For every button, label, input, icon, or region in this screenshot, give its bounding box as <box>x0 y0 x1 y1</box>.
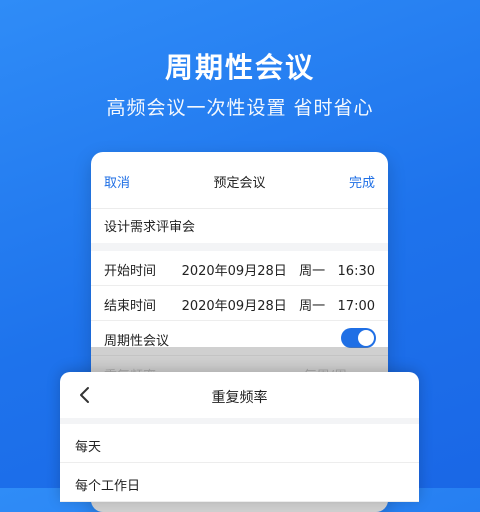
end-time-label: 结束时间 <box>104 299 157 314</box>
meeting-subject-text: 设计需求评审会 <box>104 220 196 235</box>
option-label: 每个工作日 <box>75 479 141 494</box>
end-time-value: 2020年09月28日 周一 17:00 <box>181 299 375 314</box>
sheet-title: 重复频率 <box>211 390 268 406</box>
recurring-toggle[interactable] <box>341 328 376 348</box>
repeat-frequency-sheet: 重复频率 每天 每个工作日 <box>60 372 419 502</box>
option-weekdays[interactable]: 每个工作日 <box>60 463 419 502</box>
option-daily[interactable]: 每天 <box>60 424 419 463</box>
end-time-row[interactable]: 结束时间 2020年09月28日 周一 17:00 <box>91 286 388 321</box>
start-time-row[interactable]: 开始时间 2020年09月28日 周一 16:30 <box>91 251 388 286</box>
start-time-label: 开始时间 <box>104 264 157 279</box>
option-label: 每天 <box>75 440 102 455</box>
card-title: 预定会议 <box>213 176 266 191</box>
sheet-header: 重复频率 <box>60 372 419 424</box>
card-header: 取消 预定会议 完成 <box>91 152 388 209</box>
start-time-value: 2020年09月28日 周一 16:30 <box>181 264 375 279</box>
hero-title: 周期性会议 <box>164 51 315 84</box>
done-button[interactable]: 完成 <box>349 172 375 191</box>
hero-subtitle: 高频会议一次性设置 省时省心 <box>106 97 374 119</box>
meeting-subject-field[interactable]: 设计需求评审会 <box>91 209 388 251</box>
